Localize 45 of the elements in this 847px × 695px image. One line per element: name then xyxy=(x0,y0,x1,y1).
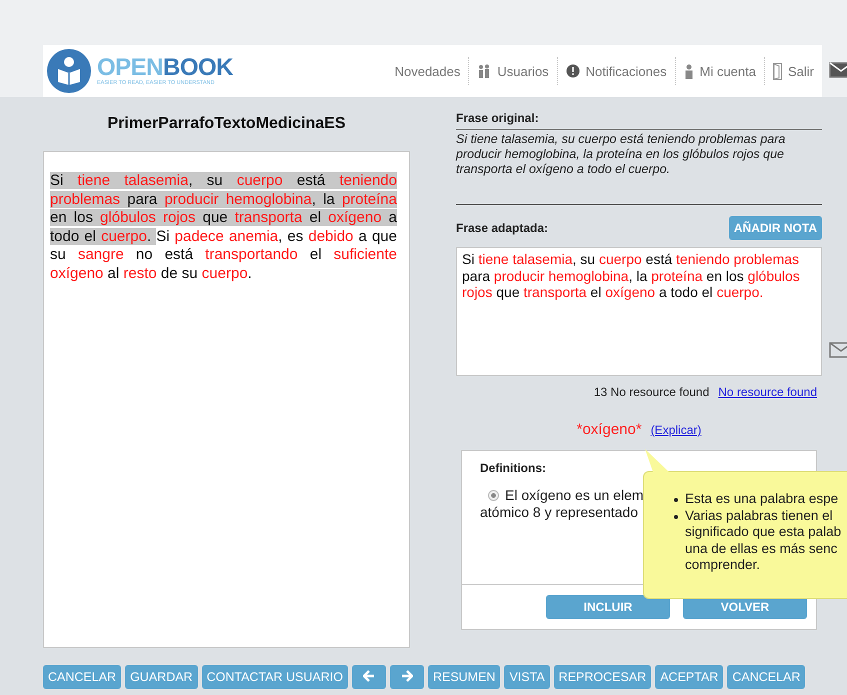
footer-button[interactable]: CANCELAR xyxy=(727,665,806,689)
nav-link[interactable]: Salir xyxy=(764,57,822,85)
arrow-left-icon xyxy=(362,670,375,682)
resource-link[interactable]: No resource found xyxy=(718,385,817,399)
alert-icon xyxy=(566,64,580,78)
footer-button[interactable]: CONTACTAR USUARIO xyxy=(202,665,348,689)
tooltip-text: Varias palabras tienen el significado que esta palab una de ellas es más senc comprender. xyxy=(685,508,842,574)
footer-button[interactable]: CANCELAR xyxy=(43,665,122,689)
radio-button[interactable] xyxy=(488,490,499,501)
arrow-right-icon xyxy=(400,670,413,682)
definition-text: El oxígeno es un elem xyxy=(505,487,644,503)
logo-name: OPENBOOK xyxy=(97,56,234,80)
footer-button[interactable]: ACEPTAR xyxy=(655,665,724,689)
nav-link[interactable]: Novedades xyxy=(386,57,468,85)
nav-link[interactable]: Notificaciones xyxy=(556,57,675,85)
document-text: Si tiene talasemia, su cuerpo está teniendo problemas para producir hemoglobina, la proteína en los glóbulos rojos que transporta el oxígeno a todo el cuerpo. Si padece anemia, es debido a que su sangre no está transportando el suficiente oxígeno al resto de su cuerpo. xyxy=(50,172,397,283)
users-icon xyxy=(477,64,492,78)
door-icon xyxy=(772,62,782,80)
footer-button[interactable]: RESUMEN xyxy=(428,665,500,689)
footer-button[interactable]: REPROCESAR xyxy=(554,665,652,689)
explain-link[interactable]: (Explicar) xyxy=(650,423,702,437)
selected-word: *oxígeno* xyxy=(576,421,642,438)
footer-button[interactable]: GUARDAR xyxy=(125,665,198,689)
adapted-text-field[interactable]: Si tiene talasemia, su cuerpo está teniendo problemas para producir hemoglobina, la proteína en los glóbulos rojos que transporta el oxígeno a todo el cuerpo. xyxy=(456,247,822,376)
bullet-icon xyxy=(674,498,678,502)
add-note-button[interactable]: AÑADIR NOTA xyxy=(728,216,822,240)
nav-link[interactable]: Mi cuenta xyxy=(674,57,764,85)
logo-icon xyxy=(47,49,91,93)
envelope-icon[interactable] xyxy=(829,62,847,78)
previous-button[interactable] xyxy=(352,665,386,689)
footer-button[interactable]: VISTA xyxy=(504,665,550,689)
original-label: Frase original: xyxy=(456,111,540,125)
adapted-label: Frase adaptada: xyxy=(456,221,548,235)
original-sentence: Si tiene talasemia, su cuerpo está teniendo problemas para producir hemoglobina, la proteína en los glóbulos rojos que transporta el oxígeno a todo el cuerpo. xyxy=(456,132,786,176)
definition-text: atómico 8 y representado xyxy=(480,504,638,520)
document-title: PrimerParrafoTextoMedicinaES xyxy=(106,114,346,134)
definitions-label: Definitions: xyxy=(480,461,547,475)
tooltip-text: Esta es una palabra espe xyxy=(685,491,838,508)
nav-link[interactable]: Usuarios xyxy=(468,57,557,85)
bullet-icon xyxy=(674,514,678,518)
dialog-button[interactable]: INCLUIR xyxy=(546,595,670,619)
next-button[interactable] xyxy=(390,665,424,689)
resource-status: 13 No resource found xyxy=(594,385,710,399)
person-icon xyxy=(684,64,694,78)
envelope-icon[interactable] xyxy=(829,342,847,358)
